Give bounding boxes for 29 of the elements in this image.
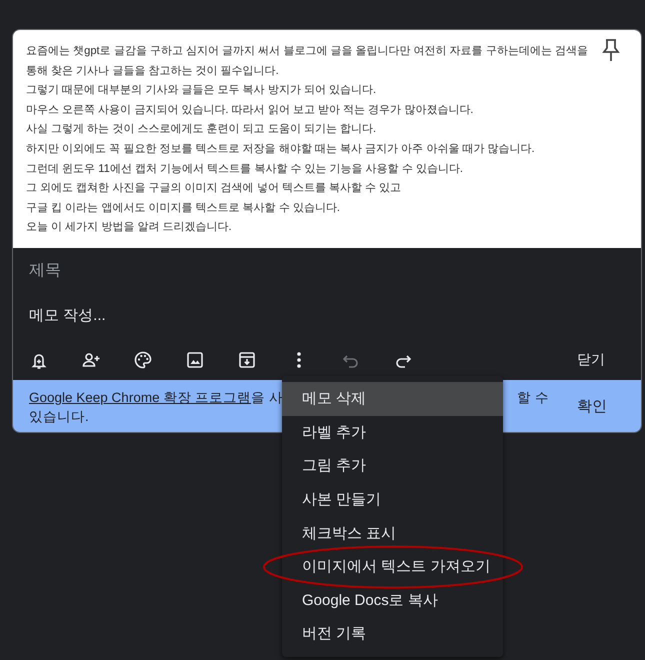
note-text-line: 하지만 이외에도 꼭 필요한 정보를 텍스트로 저장을 해야할 때는 복사 금지가 아주 아쉬울 때가 많습니다. bbox=[26, 142, 536, 157]
pin-icon[interactable] bbox=[601, 38, 621, 62]
note-text-line: 사실 그렇게 하는 것이 스스로에게도 훈련이 되고 도움이 되기는 합니다. bbox=[26, 122, 378, 138]
menu-item[interactable]: 라벨 추가 bbox=[282, 416, 503, 450]
note-text-line: 마우스 오른쪽 사용이 금지되어 있습니다. 따라서 읽어 보고 받아 적는 경우가 많아졌습니다. bbox=[26, 102, 474, 118]
menu-item[interactable]: 체크박스 표시 bbox=[282, 516, 503, 550]
menu-item[interactable]: 버전 기록 bbox=[282, 617, 503, 651]
close-button[interactable]: 닫기 bbox=[569, 346, 613, 373]
menu-item[interactable]: 사본 만들기 bbox=[282, 482, 503, 516]
note-text-line: 그런데 윈도우 11에선 캡처 기능에서 텍스트를 복사할 수 있는 기능을 사용할 수 있습니다. bbox=[26, 162, 464, 177]
note-text-line: 그렇기 때문에 대부분의 기사와 글들은 모두 복사 방지가 되어 있습니다. bbox=[26, 83, 378, 98]
note-field[interactable]: 메모 작성... bbox=[13, 294, 641, 340]
menu-item[interactable]: Google Docs로 복사 bbox=[282, 584, 503, 618]
menu-item[interactable]: 그림 추가 bbox=[282, 449, 503, 483]
extension-link[interactable]: Google Keep Chrome 확장 프로그램 bbox=[29, 390, 252, 405]
title-field[interactable]: 제목 bbox=[13, 248, 641, 294]
archive-icon[interactable] bbox=[237, 350, 257, 370]
menu-item[interactable]: 이미지에서 텍스트 가져오기 bbox=[282, 550, 503, 584]
menu-item[interactable]: 메모 삭제 bbox=[282, 382, 503, 416]
note-text-line: 구글 킵 이라는 앱에서도 이미지를 텍스트로 복사할 수 있습니다. bbox=[26, 200, 341, 216]
banner-text: 할 수 bbox=[517, 388, 549, 407]
banner-text: 을 사 bbox=[251, 390, 283, 405]
banner-text: 있습니다. bbox=[29, 408, 90, 426]
palette-icon[interactable] bbox=[133, 350, 153, 370]
note-text-line: 요즘에는 챗gpt로 글감을 구하고 심지어 글까지 써서 블로그에 글을 올립니다만 여전히 자료를 구하는데에는 검색을 통해 찾은 기사나 글들을 참고하는 것이 필수입니다. bbox=[26, 44, 589, 79]
confirm-button[interactable]: 확인 bbox=[569, 393, 615, 420]
note-text-line: 오늘 이 세가지 방법을 알려 드리겠습니다. bbox=[26, 220, 233, 236]
note-text-line: 그 외에도 캡쳐한 사진을 구글의 이미지 검색에 넣어 텍스트를 복사할 수 있고 bbox=[26, 181, 402, 196]
image-icon[interactable] bbox=[185, 350, 205, 370]
